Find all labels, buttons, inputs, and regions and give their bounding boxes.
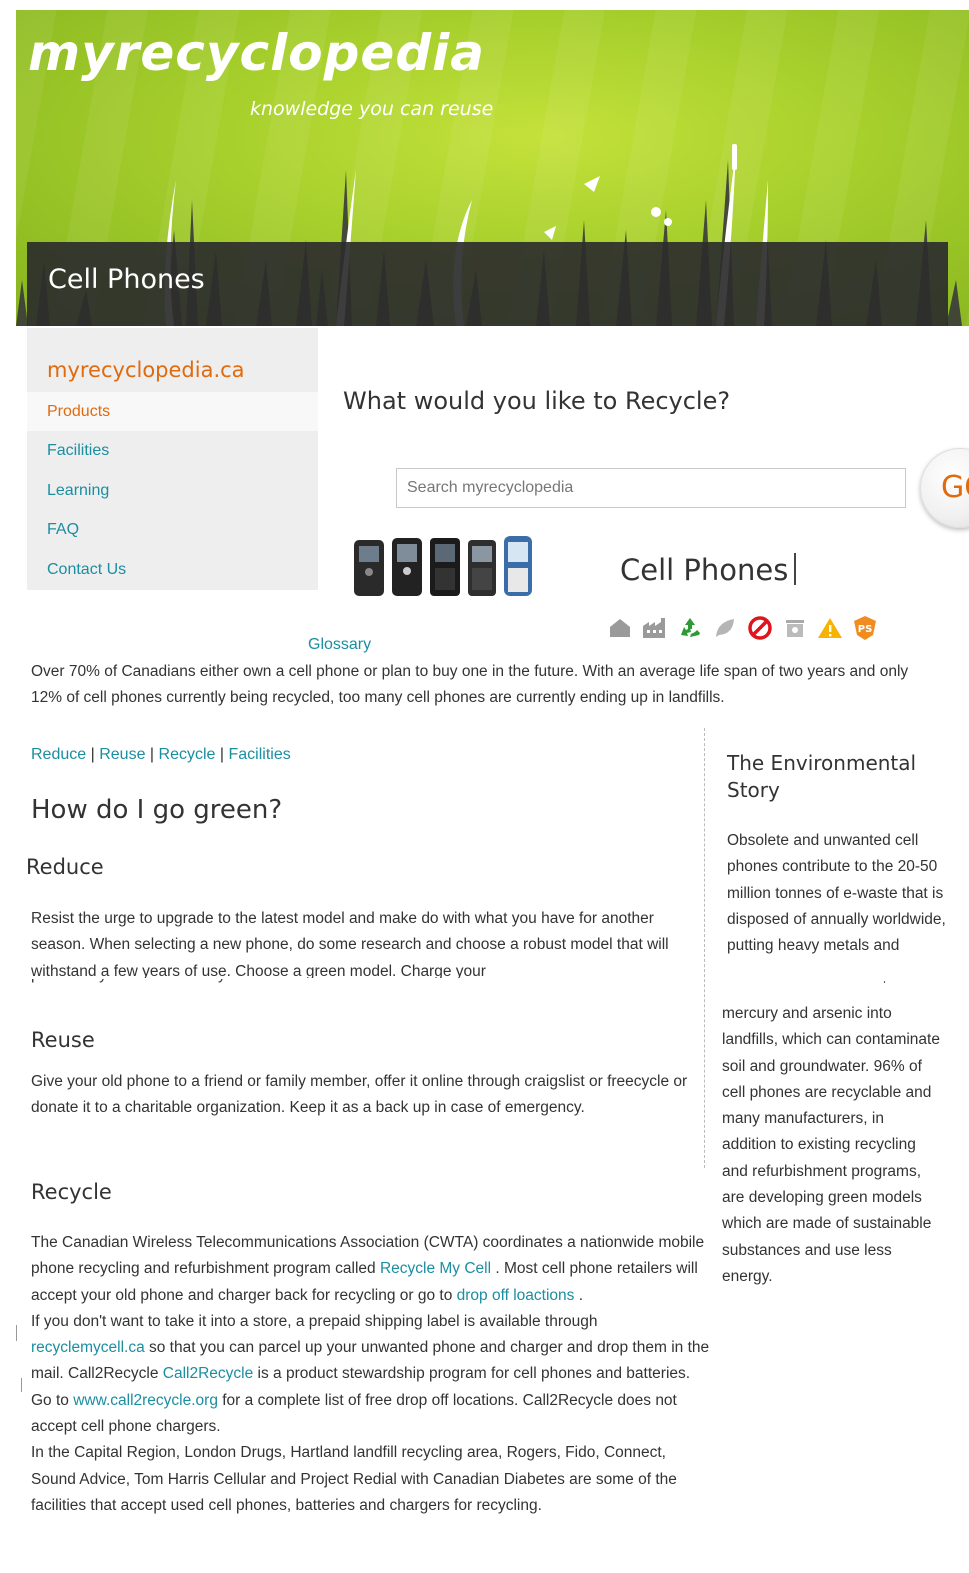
site-logo[interactable]: myrecyclopedia <box>28 24 485 82</box>
warning-icon[interactable] <box>816 614 843 641</box>
reduce-heading: Reduce <box>26 855 104 879</box>
sidebar-item-facilities[interactable]: Facilities <box>27 431 318 470</box>
recycle-text-part: . <box>574 1286 584 1304</box>
page-title: Cell Phones <box>48 264 205 295</box>
column-divider <box>704 728 705 1168</box>
sidebar-site-name[interactable]: myrecyclopedia.ca <box>47 358 245 382</box>
site-tagline: knowledge you can reuse <box>250 98 494 120</box>
environmental-story-text-top: Obsolete and unwanted cell phones contri… <box>727 832 946 955</box>
recycle-paragraph-3: In the Capital Region, London Drugs, Har… <box>31 1444 677 1514</box>
search-input[interactable] <box>396 468 906 508</box>
recycle-paragraph-2: If you don't want to take it into a stor… <box>31 1309 711 1440</box>
environmental-story-text-bottom: mercury and arsenic into landfills, whic… <box>722 1005 940 1285</box>
recyclemycell-link[interactable]: recyclemycell.ca <box>31 1339 145 1356</box>
sidebar-item-products[interactable]: Products <box>27 392 318 431</box>
recycle-paragraph-1: The Canadian Wireless Telecommunications… <box>31 1230 711 1309</box>
cell-phones-image <box>354 536 532 596</box>
intro-paragraph: Over 70% of Canadians either own a cell … <box>31 663 909 706</box>
section-links: Reduce | Reuse | Recycle | Facilities <box>31 746 291 764</box>
product-title-text: Cell Phones <box>620 553 789 587</box>
environmental-story-clipped-line: chemicals such as lead, <box>722 981 942 990</box>
reduce-text: Resist the urge to upgrade to the latest… <box>31 910 669 978</box>
separator: | <box>149 746 159 763</box>
recycle-text: The Canadian Wireless Telecommunications… <box>31 1230 711 1519</box>
reduce-clipped-line: phone only when the battery is low and t… <box>31 979 696 987</box>
recycle-heading: Recycle <box>31 1180 112 1204</box>
sidebar-item-faq[interactable]: FAQ <box>27 510 318 549</box>
facilities-link[interactable]: Facilities <box>229 746 291 763</box>
sidebar: myrecyclopedia.ca Products Facilities Le… <box>27 328 318 590</box>
reduce-clipped-text: phone only when the battery is low and t… <box>31 979 696 987</box>
edge-mark <box>16 1325 17 1341</box>
category-icon-row: PS <box>606 614 878 642</box>
call2recycle-site-link[interactable]: www.call2recycle.org <box>73 1392 218 1409</box>
recycle-my-cell-link[interactable]: Recycle My Cell <box>380 1260 491 1277</box>
edge-mark <box>21 1378 22 1392</box>
recycle-icon[interactable] <box>676 614 703 641</box>
product-title: Cell Phones <box>620 553 797 587</box>
bin-icon[interactable] <box>781 614 808 641</box>
svg-text:PS: PS <box>857 624 872 635</box>
recycle-text-part: If you don't want to take it into a stor… <box>31 1312 598 1330</box>
sidebar-item-contact-us[interactable]: Contact Us <box>27 550 318 589</box>
recycle-link[interactable]: Recycle <box>159 746 216 763</box>
call2recycle-link[interactable]: Call2Recycle <box>163 1365 253 1382</box>
separator: | <box>219 746 229 763</box>
environmental-story-heading: The Environmental Story <box>727 751 917 802</box>
sidebar-item-learning[interactable]: Learning <box>27 471 318 510</box>
site-header: myrecyclopedia knowledge you can reuse C… <box>16 10 969 326</box>
ps-icon[interactable]: PS <box>851 614 878 641</box>
reduce-link[interactable]: Reduce <box>31 746 86 763</box>
go-green-heading: How do I go green? <box>31 795 283 825</box>
title-cursor <box>794 553 797 585</box>
drop-off-locations-link[interactable]: drop off loactions <box>457 1287 575 1304</box>
glossary-link[interactable]: Glossary <box>308 636 371 654</box>
environmental-story-clipped-text: chemicals such as lead, <box>722 981 942 990</box>
reuse-text: Give your old phone to a friend or famil… <box>31 1073 688 1117</box>
prohibited-icon[interactable] <box>746 614 773 641</box>
reuse-heading: Reuse <box>31 1028 95 1052</box>
search-heading: What would you like to Recycle? <box>343 387 731 415</box>
factory-icon[interactable] <box>641 614 668 641</box>
go-button[interactable]: GO <box>920 448 969 528</box>
reuse-link[interactable]: Reuse <box>99 746 145 763</box>
leaf-icon[interactable] <box>711 614 738 641</box>
separator: | <box>90 746 100 763</box>
house-icon[interactable] <box>606 614 633 641</box>
